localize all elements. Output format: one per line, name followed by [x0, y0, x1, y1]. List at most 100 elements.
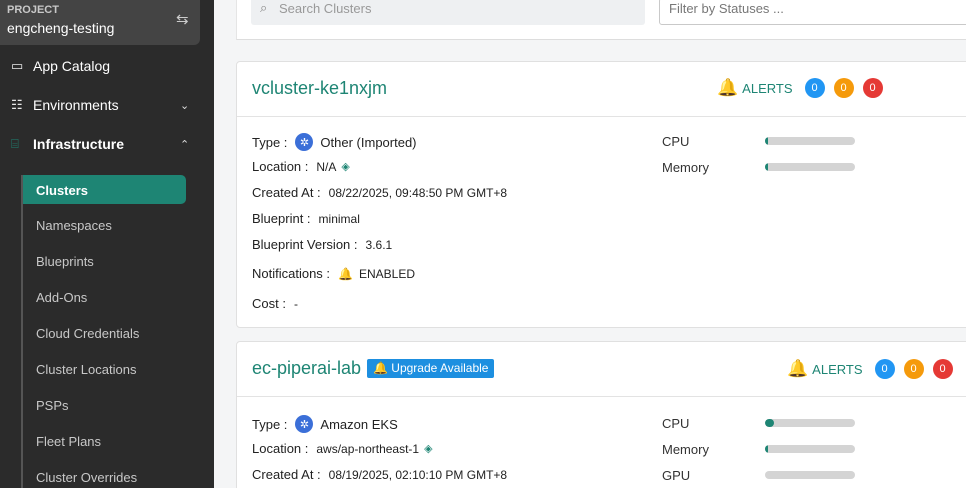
- type-value: Other (Imported): [320, 134, 417, 150]
- upgrade-available-badge[interactable]: 🔔 Upgrade Available: [367, 359, 495, 378]
- search-placeholder: Search Clusters: [279, 1, 372, 16]
- chevron-up-icon: ⌃: [180, 138, 190, 151]
- gpu-label: GPU: [662, 468, 691, 483]
- search-icon: ⌕: [260, 0, 268, 15]
- sidebar-item-blueprints[interactable]: Blueprints: [36, 254, 94, 269]
- memory-usage-bar: [765, 163, 855, 171]
- amazon-eks-icon: ✲: [295, 415, 314, 433]
- created-at-value: 08/22/2025, 09:48:50 PM GMT+8: [328, 185, 508, 200]
- location-row: Location : aws/ap-northeast-1 ◈: [252, 441, 433, 456]
- nav-app-catalog-label: App Catalog: [33, 58, 111, 74]
- notifications-value: ENABLED: [359, 266, 416, 281]
- sidebar-item-cloud-credentials[interactable]: Cloud Credentials: [36, 326, 139, 341]
- alert-count-critical: 0: [862, 78, 883, 98]
- created-at-value: 08/19/2025, 02:10:10 PM GMT+8: [328, 467, 508, 482]
- cluster-card: ec-piperai-lab 🔔 Upgrade Available 🔔 ALE…: [236, 341, 966, 488]
- cpu-label: CPU: [662, 416, 690, 431]
- alerts-label: ALERTS: [742, 80, 793, 96]
- kubernetes-icon: ✲: [295, 133, 314, 151]
- nav-infrastructure-label: Infrastructure: [33, 136, 125, 152]
- nav-infrastructure[interactable]: ⌸ Infrastructure ⌃: [0, 132, 214, 156]
- location-value: aws/ap-northeast-1: [316, 441, 420, 456]
- location-value: N/A: [316, 159, 337, 174]
- cost-label: Cost :: [252, 296, 286, 311]
- type-row: Type : ✲ Amazon EKS: [252, 415, 398, 433]
- blueprint-label: Blueprint :: [252, 211, 311, 226]
- nav-app-catalog[interactable]: ▭ App Catalog: [0, 54, 214, 78]
- created-at-label: Created At :: [252, 185, 321, 200]
- blueprint-version-value: 3.6.1: [365, 237, 393, 252]
- alerts-summary[interactable]: 🔔 ALERTS 0 0 0: [787, 359, 962, 379]
- cluster-card: vcluster-ke1nxjm 🔔 ALERTS 0 0 0 Type : ✲…: [236, 61, 966, 328]
- blueprint-version-label: Blueprint Version :: [252, 237, 358, 252]
- project-name: engcheng-testing: [7, 20, 115, 36]
- bell-icon: 🔔: [787, 359, 809, 378]
- memory-label: Memory: [662, 442, 709, 457]
- location-label: Location :: [252, 441, 309, 456]
- sidebar: PROJECT engcheng-testing ⇆ ▭ App Catalog…: [0, 0, 214, 488]
- cpu-label: CPU: [662, 134, 690, 149]
- sidebar-item-addons[interactable]: Add-Ons: [36, 290, 87, 305]
- nav-environments[interactable]: ☷ Environments ⌄: [0, 93, 214, 117]
- location-pin-icon[interactable]: ◈: [424, 442, 432, 455]
- sidebar-item-clusters[interactable]: Clusters: [23, 175, 186, 204]
- notifications-label: Notifications :: [252, 266, 331, 281]
- location-row: Location : N/A ◈: [252, 159, 350, 174]
- sidebar-item-cluster-locations[interactable]: Cluster Locations: [36, 362, 136, 377]
- switch-project-icon[interactable]: ⇆: [176, 10, 189, 28]
- notification-bell-icon: 🔔: [338, 266, 353, 281]
- search-input[interactable]: ⌕ Search Clusters: [251, 0, 645, 25]
- alerts-summary[interactable]: 🔔 ALERTS 0 0 0: [717, 78, 892, 98]
- cost-value: -: [293, 296, 298, 311]
- chevron-down-icon: ⌄: [180, 99, 190, 112]
- sidebar-item-namespaces[interactable]: Namespaces: [36, 218, 112, 233]
- location-pin-icon[interactable]: ◈: [341, 160, 349, 173]
- blueprint-row: Blueprint : minimal: [252, 211, 360, 226]
- cluster-name-link[interactable]: ec-piperai-lab: [252, 358, 361, 379]
- project-label: PROJECT: [7, 4, 59, 16]
- gpu-usage-bar: [765, 471, 855, 479]
- location-label: Location :: [252, 159, 309, 174]
- bell-icon: 🔔: [717, 78, 739, 97]
- cpu-usage-fill: [765, 137, 768, 145]
- status-filter-placeholder: Filter by Statuses ...: [669, 1, 784, 16]
- created-at-row: Created At : 08/22/2025, 09:48:50 PM GMT…: [252, 185, 507, 200]
- type-label: Type :: [252, 134, 288, 150]
- sidebar-item-fleet-plans[interactable]: Fleet Plans: [36, 434, 101, 449]
- alert-count-warning: 0: [833, 78, 854, 98]
- sidebar-item-psps[interactable]: PSPs: [36, 398, 69, 413]
- cpu-usage-bar: [765, 419, 855, 427]
- memory-usage-fill: [765, 163, 768, 171]
- cpu-usage-bar: [765, 137, 855, 145]
- project-selector[interactable]: PROJECT engcheng-testing ⇆: [0, 0, 200, 45]
- memory-usage-fill: [765, 445, 768, 453]
- alert-count-info: 0: [874, 359, 895, 379]
- blueprint-value[interactable]: minimal: [319, 212, 360, 226]
- cluster-card-header: vcluster-ke1nxjm 🔔 ALERTS 0 0 0: [237, 62, 966, 117]
- submenu-rail: [21, 175, 23, 488]
- created-at-label: Created At :: [252, 467, 321, 482]
- catalog-icon: ▭: [11, 58, 24, 73]
- blueprint-version-row: Blueprint Version : 3.6.1: [252, 237, 392, 252]
- memory-label: Memory: [662, 160, 709, 175]
- infrastructure-icon: ⌸: [11, 136, 19, 151]
- upgrade-label: Upgrade Available: [391, 361, 489, 375]
- alert-count-critical: 0: [932, 359, 953, 379]
- type-row: Type : ✲ Other (Imported): [252, 133, 417, 151]
- cpu-usage-fill: [765, 419, 774, 427]
- alert-count-warning: 0: [903, 359, 924, 379]
- type-value: Amazon EKS: [320, 416, 398, 432]
- type-label: Type :: [252, 416, 288, 432]
- cluster-name-link[interactable]: vcluster-ke1nxjm: [252, 78, 387, 99]
- created-at-row: Created At : 08/19/2025, 02:10:10 PM GMT…: [252, 467, 507, 482]
- status-filter-input[interactable]: Filter by Statuses ...: [659, 0, 966, 25]
- sidebar-item-cluster-overrides[interactable]: Cluster Overrides: [36, 470, 137, 485]
- alerts-label: ALERTS: [812, 361, 863, 377]
- nav-environments-label: Environments: [33, 97, 119, 113]
- alert-count-info: 0: [804, 78, 825, 98]
- cost-row: Cost : -: [252, 296, 298, 311]
- memory-usage-bar: [765, 445, 855, 453]
- environments-icon: ☷: [11, 97, 23, 112]
- notifications-row: Notifications : 🔔 ENABLED: [252, 266, 415, 281]
- cluster-card-header: ec-piperai-lab 🔔 Upgrade Available 🔔 ALE…: [237, 342, 966, 397]
